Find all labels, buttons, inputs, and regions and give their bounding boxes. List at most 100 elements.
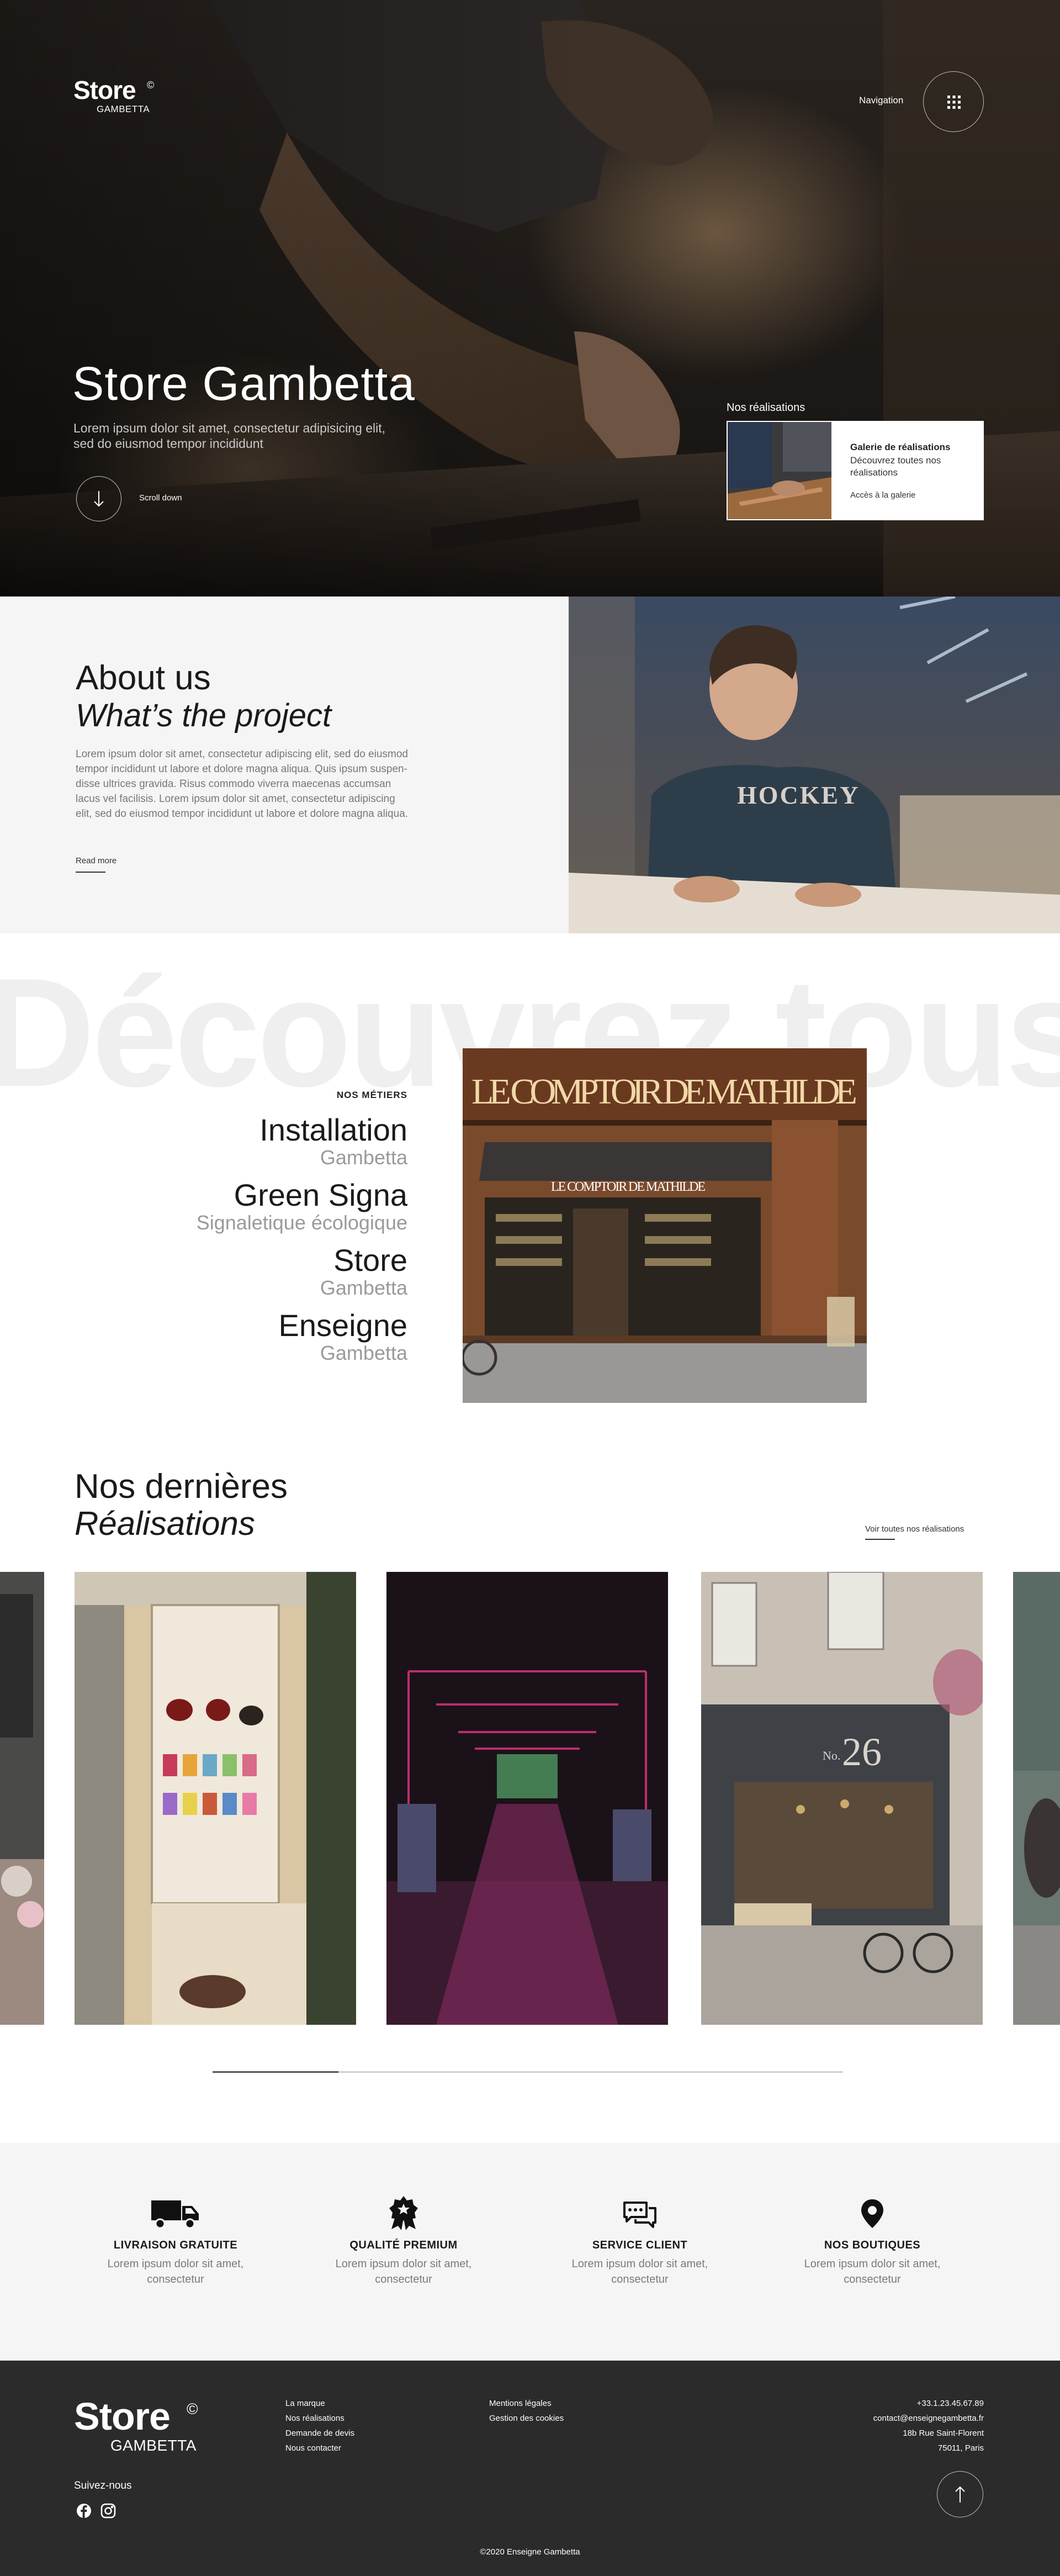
footer-link[interactable]: La marque xyxy=(285,2396,354,2411)
carousel-slide-partial-left[interactable] xyxy=(0,1572,44,2025)
truck-icon xyxy=(151,2200,199,2229)
footer-address-line: 18b Rue Saint-Florent xyxy=(903,2429,984,2438)
metier-subtitle: Gambetta xyxy=(320,1146,407,1169)
read-more-underline xyxy=(76,872,105,873)
feature-desc-line: Lorem ipsum dolor sit amet, xyxy=(804,2258,941,2270)
footer-links-col-2: Mentions légales Gestion des cookies xyxy=(489,2396,564,2426)
metier-title: Store xyxy=(333,1243,407,1278)
about-subtitle: What’s the project xyxy=(76,698,332,733)
feature-desc-line: consectetur xyxy=(611,2273,669,2285)
feature-desc: Lorem ipsum dolor sit amet, consectetur xyxy=(304,2256,503,2287)
realisations-title: Nos dernières xyxy=(75,1468,288,1506)
metier-subtitle: Gambetta xyxy=(320,1276,407,1299)
metier-item-installation[interactable]: Installation Gambetta xyxy=(131,1115,407,1168)
award-icon xyxy=(389,2196,418,2230)
feature-desc-line: consectetur xyxy=(147,2273,204,2285)
awning-text: LE COMPTOIR DE MATHILDE xyxy=(551,1180,706,1194)
hero-section: Store © GAMBETTA Navigation Store Gambet… xyxy=(0,0,1060,597)
shop-sign-text: LE COMPTOIR DE MATHILDE xyxy=(471,1071,858,1112)
metiers-section: Découvrez tous n NOS MÉTIERS Installatio… xyxy=(0,933,1060,1453)
feature-desc-line: Lorem ipsum dolor sit amet, xyxy=(335,2258,472,2270)
feature-qualite: QUALITÉ PREMIUM Lorem ipsum dolor sit am… xyxy=(304,2196,503,2287)
storefront-number-prefix: No. xyxy=(823,1749,840,1762)
realisations-card-title: Galerie de réalisations xyxy=(850,442,951,452)
about-read-more-link[interactable]: Read more xyxy=(76,856,116,865)
metier-title: Enseigne xyxy=(278,1308,407,1343)
storefront-number: 26 xyxy=(842,1730,882,1774)
about-body: Lorem ipsum dolor sit amet, consectetur … xyxy=(76,747,473,821)
carousel-progress-track[interactable] xyxy=(213,2071,843,2073)
feature-title: SERVICE CLIENT xyxy=(592,2239,688,2251)
feature-desc-line: consectetur xyxy=(844,2273,901,2285)
footer-link[interactable]: Demande de devis xyxy=(285,2426,354,2441)
about-body-line: disse ultrices gravida. Risus commodo vi… xyxy=(76,778,391,790)
arrow-up-icon xyxy=(955,2486,965,2503)
map-pin-icon xyxy=(861,2199,883,2228)
metier-item-enseigne[interactable]: Enseigne Gambetta xyxy=(131,1310,407,1363)
feature-desc: Lorem ipsum dolor sit amet, consectetur xyxy=(773,2256,972,2287)
realisations-card-desc-line-2: réalisations xyxy=(850,467,898,478)
about-body-line: lacus vel facilisis. Lorem ipsum dolor s… xyxy=(76,793,395,805)
site-logo[interactable]: Store © GAMBETTA xyxy=(73,77,167,116)
about-body-line: tempor incididunt ut labore et dolore ma… xyxy=(76,763,407,775)
feature-boutiques: NOS BOUTIQUES Lorem ipsum dolor sit amet… xyxy=(773,2198,972,2287)
footer-link[interactable]: Nous contacter xyxy=(285,2441,354,2456)
carousel-progress-fill xyxy=(213,2071,339,2073)
carousel-slide-neon-store[interactable] xyxy=(386,1572,668,2025)
realisations-card[interactable]: Galerie de réalisations Découvrez toutes… xyxy=(727,421,984,520)
metier-item-store[interactable]: Store Gambetta xyxy=(131,1245,407,1298)
feature-title: LIVRAISON GRATUITE xyxy=(113,2239,238,2251)
realisations-section: Nos dernières Réalisations Voir toutes n… xyxy=(0,1453,1060,2143)
scroll-down-button[interactable] xyxy=(76,476,121,521)
features-section: LIVRAISON GRATUITE Lorem ipsum dolor sit… xyxy=(0,2143,1060,2361)
scroll-down-label[interactable]: Scroll down xyxy=(139,493,182,503)
hero-title: Store Gambetta xyxy=(72,357,416,410)
about-body-line: Lorem ipsum dolor sit amet, consectetur … xyxy=(76,748,408,760)
metier-photo-shopfront: LE COMPTOIR DE MATHILDE LE COMPTOIR DE M… xyxy=(463,1048,867,1403)
feature-service: SERVICE CLIENT Lorem ipsum dolor sit ame… xyxy=(540,2200,739,2287)
realisations-card-desc-line-1: Découvrez toutes nos xyxy=(850,455,941,466)
carousel-slide-partial-right[interactable] xyxy=(1013,1572,1060,2025)
logo-wordmark: Store xyxy=(73,76,136,104)
hero-subtitle-line-1: Lorem ipsum dolor sit amet, consectetur … xyxy=(73,421,386,435)
hero-subtitle-line-2: sed do eiusmod tempor incididunt xyxy=(73,436,263,451)
metier-title: Installation xyxy=(259,1112,407,1147)
footer-links-col-1: La marque Nos réalisations Demande de de… xyxy=(285,2396,354,2456)
feature-desc-line: consectetur xyxy=(375,2273,432,2285)
feature-desc: Lorem ipsum dolor sit amet, consectetur xyxy=(76,2256,275,2287)
metier-item-green-signa[interactable]: Green Signa Signaletique écologique xyxy=(131,1180,407,1233)
facebook-icon[interactable] xyxy=(76,2503,92,2519)
grid-icon xyxy=(947,96,961,109)
footer-copyright: ©2020 Enseigne Gambetta xyxy=(480,2547,580,2557)
follow-us-label: Suivez-nous xyxy=(74,2480,132,2491)
view-all-underline xyxy=(865,1539,895,1540)
carousel-slide-storefront-26[interactable]: No. 26 xyxy=(701,1572,983,2025)
about-body-line: elit, sed do eiusmod tempor incididunt u… xyxy=(76,808,409,820)
feature-title: QUALITÉ PREMIUM xyxy=(349,2239,458,2251)
feature-desc-line: Lorem ipsum dolor sit amet, xyxy=(571,2258,708,2270)
metier-subtitle: Signaletique écologique xyxy=(196,1211,407,1234)
footer-link[interactable]: Gestion des cookies xyxy=(489,2411,564,2426)
instagram-icon[interactable] xyxy=(100,2503,116,2519)
metiers-label: NOS MÉTIERS xyxy=(336,1090,407,1100)
footer-phone[interactable]: +33.1.23.45.67.89 xyxy=(873,2396,984,2411)
footer-link[interactable]: Nos réalisations xyxy=(285,2411,354,2426)
logo-subtitle: GAMBETTA xyxy=(97,104,150,114)
hoodie-print: HOCKEY xyxy=(737,781,860,809)
nav-label[interactable]: Navigation xyxy=(859,95,903,106)
footer-email[interactable]: contact@enseignegambetta.fr xyxy=(873,2411,984,2426)
about-photo: HOCKEY xyxy=(569,597,1060,933)
nav-menu-button[interactable] xyxy=(923,71,984,132)
back-to-top-button[interactable] xyxy=(937,2471,983,2517)
realisations-card-heading: Nos réalisations xyxy=(727,402,805,414)
footer-link[interactable]: Mentions légales xyxy=(489,2396,564,2411)
arrow-down-icon xyxy=(94,491,104,507)
realisations-card-link[interactable]: Accès à la galerie xyxy=(850,490,915,500)
view-all-realisations-link[interactable]: Voir toutes nos réalisations xyxy=(865,1524,964,1534)
metier-title: Green Signa xyxy=(234,1178,407,1212)
footer-logo[interactable]: Store © GAMBETTA xyxy=(74,2397,218,2458)
realisations-subtitle: Réalisations xyxy=(75,1505,255,1542)
carousel-slide-boutique[interactable] xyxy=(75,1572,356,2025)
logo-registered-mark: © xyxy=(147,80,155,91)
footer-address-line: 75011, Paris xyxy=(937,2443,984,2453)
